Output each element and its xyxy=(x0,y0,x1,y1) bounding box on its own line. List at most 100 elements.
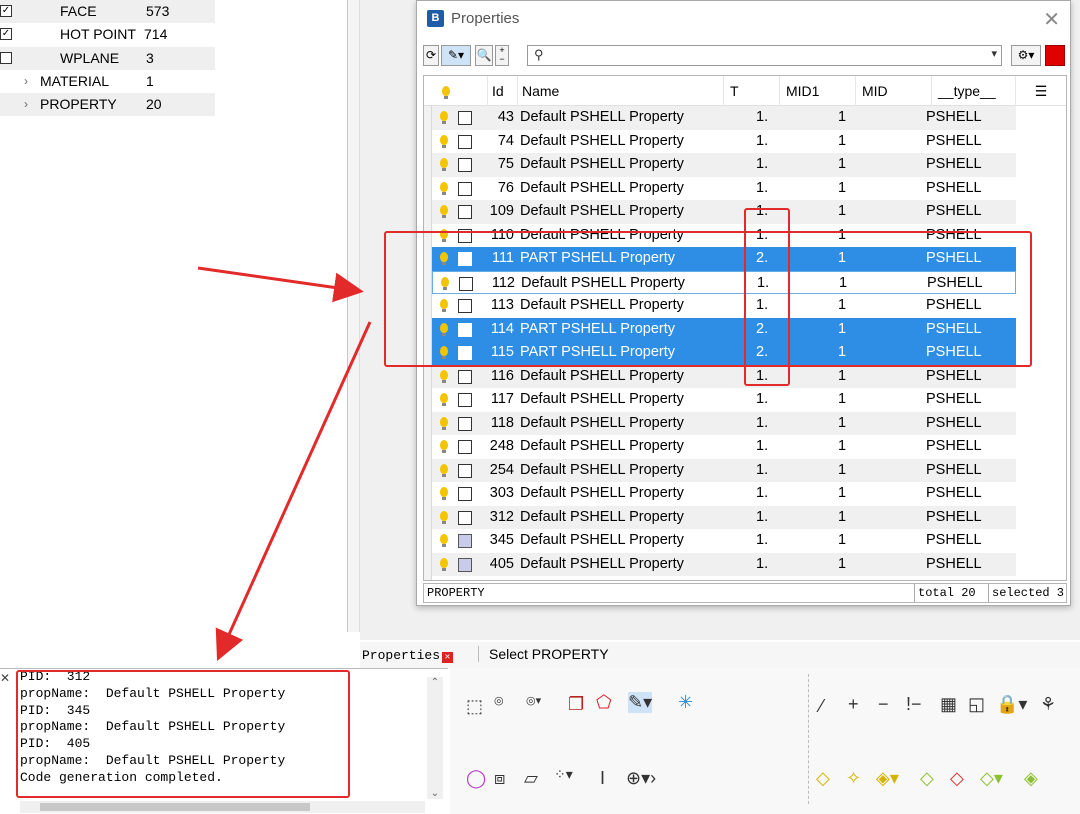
node-select-icon[interactable]: ⁘▾ xyxy=(554,766,573,783)
diamond-dual-icon[interactable]: ◇▾ xyxy=(980,768,1003,789)
entity-select-icon[interactable]: ◎ xyxy=(494,694,504,707)
chevron-right-icon[interactable]: › xyxy=(24,93,28,116)
table-row[interactable]: 116 Default PSHELL Property 1. 1 PSHELL xyxy=(432,364,1016,388)
column-header-icons[interactable] xyxy=(432,76,488,106)
search-input[interactable]: ⚲ ▾ xyxy=(527,45,1002,66)
row-checkbox[interactable] xyxy=(458,463,472,478)
column-header-name[interactable]: Name xyxy=(518,76,724,106)
scroll-down-icon[interactable]: ⌄ xyxy=(427,788,443,799)
table-row[interactable]: 118 Default PSHELL Property 1. 1 PSHELL xyxy=(432,411,1016,435)
column-chooser-icon[interactable]: ☰ xyxy=(1016,76,1066,106)
table-row[interactable]: 115 PART PSHELL Property 2. 1 PSHELL xyxy=(432,341,1016,365)
tree-item[interactable]: › PROPERTY 20 xyxy=(0,93,215,117)
bulb-icon[interactable] xyxy=(440,369,448,383)
row-checkbox[interactable] xyxy=(458,416,472,431)
row-checkbox[interactable] xyxy=(458,158,472,172)
settings-gear-icon[interactable]: ⚙▾ xyxy=(1011,45,1041,66)
bulb-icon[interactable] xyxy=(440,205,448,218)
bulb-icon[interactable] xyxy=(440,440,448,453)
row-checkbox[interactable] xyxy=(458,228,472,243)
scroll-up-icon[interactable]: ⌃ xyxy=(427,677,443,688)
highlight-select-icon[interactable]: ✎▾ xyxy=(628,692,653,713)
row-checkbox[interactable] xyxy=(458,322,472,337)
bulb-icon[interactable] xyxy=(440,346,448,359)
panel-splitter[interactable] xyxy=(348,0,360,632)
tree-item[interactable]: › MATERIAL 1 xyxy=(0,70,215,93)
table-row[interactable]: 74 Default PSHELL Property 1. 1 PSHELL xyxy=(432,130,1016,154)
bulb-icon[interactable] xyxy=(440,322,448,336)
table-row[interactable]: 110 Default PSHELL Property 1. 1 PSHELL xyxy=(432,224,1016,248)
diamond-green-icon[interactable]: ◇ xyxy=(920,768,934,789)
bulb-icon[interactable] xyxy=(440,252,448,265)
bulb-icon[interactable] xyxy=(441,276,449,290)
circle-select-icon[interactable]: ◯ xyxy=(466,768,486,789)
table-row[interactable]: 405 Default PSHELL Property 1. 1 PSHELL xyxy=(432,552,1016,576)
tree-item[interactable]: ✓ FACE 573 xyxy=(0,0,215,23)
diamond-select-icon[interactable]: ◇ xyxy=(816,768,830,789)
tree-item[interactable]: WPLANE 3 xyxy=(0,46,215,70)
add-icon[interactable]: + xyxy=(848,694,859,715)
color-swatch-button[interactable] xyxy=(1045,45,1065,66)
table-row[interactable]: 75 Default PSHELL Property 1. 1 PSHELL xyxy=(432,153,1016,177)
remove-icon[interactable]: − xyxy=(878,694,889,715)
sparkle-select-icon[interactable]: ✳ xyxy=(678,692,693,713)
close-icon[interactable]: ✕ xyxy=(1043,7,1060,32)
table-row[interactable]: 303 Default PSHELL Property 1. 1 PSHELL xyxy=(432,482,1016,506)
scrollbar-thumb[interactable] xyxy=(40,803,310,811)
table-row[interactable]: 312 Default PSHELL Property 1. 1 PSHELL xyxy=(432,505,1016,529)
row-checkbox[interactable] xyxy=(459,276,473,291)
tab-properties[interactable]: Properties ✕ xyxy=(362,648,454,663)
row-checkbox[interactable] xyxy=(458,534,472,548)
table-row[interactable]: 345 Default PSHELL Property 1. 1 PSHELL xyxy=(432,529,1016,553)
window-icon[interactable]: ◱ xyxy=(968,694,985,715)
close-icon[interactable]: ✕ xyxy=(442,652,454,663)
tree-checkbox[interactable] xyxy=(0,51,12,64)
polygon-select-icon[interactable]: ⬠ xyxy=(596,692,612,713)
diamond-cross-icon[interactable]: ✧ xyxy=(846,768,861,789)
row-checkbox[interactable] xyxy=(458,440,472,454)
row-checkbox[interactable] xyxy=(458,557,472,572)
expand-collapse-icon[interactable]: + − xyxy=(495,45,509,66)
row-checkbox[interactable] xyxy=(458,181,472,196)
row-checkbox[interactable] xyxy=(458,111,472,125)
table-row[interactable]: 111 PART PSHELL Property 2. 1 PSHELL xyxy=(432,247,1016,271)
lock-icon[interactable]: 🔒▾ xyxy=(996,694,1027,715)
row-checkbox[interactable] xyxy=(458,510,472,525)
bulb-icon[interactable] xyxy=(440,134,448,148)
zoom-icon[interactable]: 🔍 xyxy=(475,45,493,66)
table-row[interactable]: 43 Default PSHELL Property 1. 1 PSHELL xyxy=(432,106,1016,130)
tab-select-property[interactable]: Select PROPERTY xyxy=(478,646,609,662)
bulb-icon[interactable] xyxy=(440,111,448,124)
column-header-id[interactable]: Id xyxy=(488,76,518,106)
table-row[interactable]: 109 Default PSHELL Property 1. 1 PSHELL xyxy=(432,200,1016,224)
column-header-type[interactable]: __type__ xyxy=(932,76,1016,106)
row-checkbox[interactable] xyxy=(458,134,472,149)
bulb-icon[interactable] xyxy=(440,299,448,312)
bulb-icon[interactable] xyxy=(440,393,448,406)
diamond-link-icon[interactable]: ◈▾ xyxy=(876,768,899,789)
beam-select-icon[interactable]: I xyxy=(600,768,605,789)
line-icon[interactable]: ⁄ xyxy=(820,696,823,717)
row-checkbox[interactable] xyxy=(458,299,472,313)
bulb-icon[interactable] xyxy=(440,510,448,524)
pid-select-icon[interactable]: ◎▾ xyxy=(526,694,541,707)
table-row[interactable]: 113 Default PSHELL Property 1. 1 PSHELL xyxy=(432,294,1016,318)
bulb-icon[interactable] xyxy=(440,416,448,430)
bulb-icon[interactable] xyxy=(440,158,448,171)
tree-checkbox[interactable]: ✓ xyxy=(0,28,12,41)
row-checkbox[interactable] xyxy=(458,346,472,360)
vertical-scrollbar[interactable]: ⌃ ⌄ xyxy=(427,677,443,799)
row-checkbox[interactable] xyxy=(458,369,472,384)
bulb-icon[interactable] xyxy=(440,228,448,242)
dialog-titlebar[interactable]: B Properties ✕ xyxy=(417,1,1070,37)
row-checkbox[interactable] xyxy=(458,487,472,501)
row-checkbox[interactable] xyxy=(458,252,472,266)
highlight-icon[interactable]: ✎▾ xyxy=(441,45,471,66)
column-header-t[interactable]: T xyxy=(724,76,780,106)
grid-icon[interactable]: ▦ xyxy=(940,694,957,715)
column-header-mid1[interactable]: MID1 xyxy=(780,76,856,106)
tree-item[interactable]: ✓ HOT POINT 714 xyxy=(0,23,215,46)
column-header-mid[interactable]: MID xyxy=(856,76,932,106)
bulb-icon[interactable] xyxy=(440,463,448,477)
section-select-icon[interactable]: ⊕▾› xyxy=(626,768,656,789)
